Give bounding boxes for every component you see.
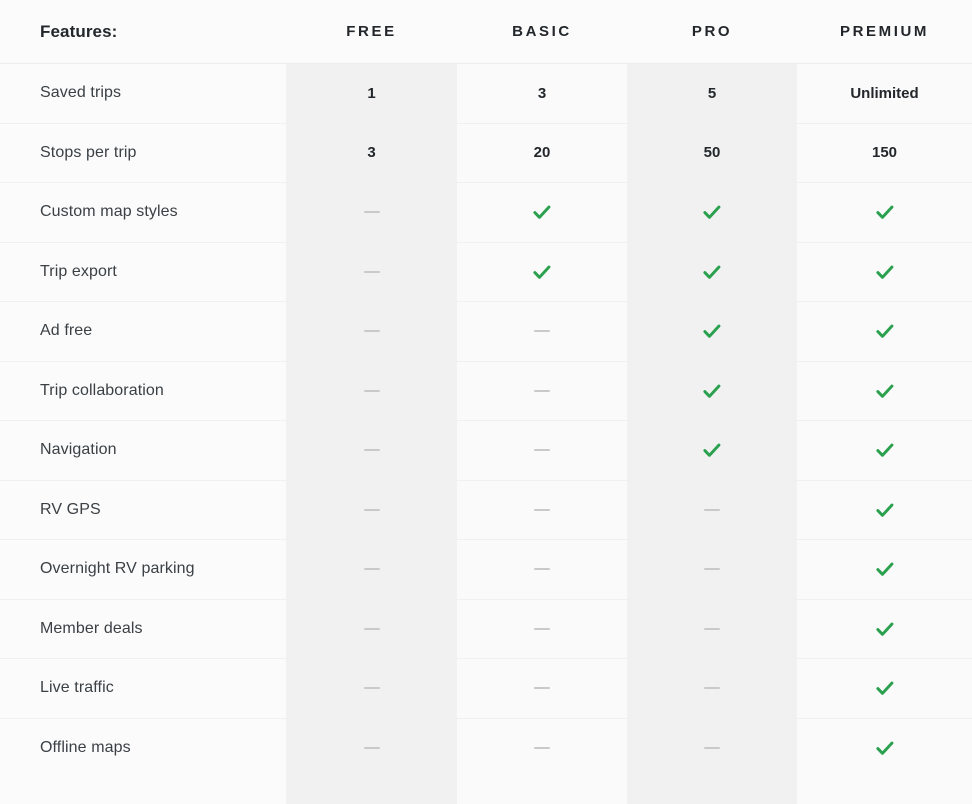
- dash-icon: [627, 659, 797, 718]
- feature-name: Saved trips: [40, 84, 122, 102]
- dash-icon: [627, 600, 797, 659]
- dash-icon: [286, 540, 457, 599]
- dash-icon: [286, 600, 457, 659]
- feature-name: Live traffic: [40, 679, 114, 697]
- feature-name: Overnight RV parking: [40, 560, 195, 578]
- dash-icon: [286, 302, 457, 361]
- dash-icon: [627, 540, 797, 599]
- table-row: Trip collaboration: [0, 362, 972, 421]
- feature-name: Ad free: [40, 322, 93, 340]
- table-row: Stops per trip 3 20 50 150: [0, 124, 972, 183]
- feature-name: Trip collaboration: [40, 381, 164, 399]
- table-row: Custom map styles: [0, 183, 972, 243]
- cell-value: 150: [871, 144, 898, 162]
- table-row: Offline maps: [0, 719, 972, 779]
- check-icon: [797, 659, 972, 718]
- plan-header-pro[interactable]: PRO: [627, 23, 797, 40]
- check-icon: [457, 243, 627, 302]
- feature-name: RV GPS: [40, 500, 101, 518]
- dash-icon: [457, 302, 627, 361]
- dash-icon: [627, 481, 797, 540]
- table-row: Saved trips 1 3 5 Unlimited: [0, 64, 972, 124]
- cell-value: 3: [367, 144, 376, 162]
- check-icon: [797, 302, 972, 361]
- check-icon: [797, 183, 972, 242]
- table-row: Member deals: [0, 600, 972, 659]
- dash-icon: [286, 183, 457, 242]
- table-row: Live traffic: [0, 659, 972, 719]
- dash-icon: [286, 481, 457, 540]
- check-icon: [797, 719, 972, 779]
- plan-header-free[interactable]: FREE: [286, 23, 457, 40]
- table-row: Ad free: [0, 302, 972, 362]
- features-column-header: Features:: [40, 21, 118, 41]
- dash-icon: [457, 659, 627, 718]
- check-icon: [627, 183, 797, 242]
- cell-value: Unlimited: [850, 84, 919, 102]
- check-icon: [627, 243, 797, 302]
- check-icon: [797, 540, 972, 599]
- dash-icon: [286, 362, 457, 421]
- dash-icon: [286, 659, 457, 718]
- dash-icon: [457, 719, 627, 779]
- dash-icon: [286, 243, 457, 302]
- dash-icon: [457, 481, 627, 540]
- plan-header-basic[interactable]: BASIC: [457, 23, 627, 40]
- cell-value: 20: [533, 144, 551, 162]
- check-icon: [627, 421, 797, 480]
- cell-value: 1: [367, 84, 376, 102]
- cell-value: 3: [537, 84, 547, 102]
- table-row: Navigation: [0, 421, 972, 481]
- check-icon: [627, 302, 797, 361]
- check-icon: [797, 362, 972, 421]
- dash-icon: [286, 719, 457, 779]
- check-icon: [797, 600, 972, 659]
- cell-value: 5: [707, 84, 717, 102]
- table-row: Overnight RV parking: [0, 540, 972, 600]
- plan-header-premium[interactable]: PREMIUM: [797, 23, 972, 40]
- dash-icon: [457, 600, 627, 659]
- check-icon: [457, 183, 627, 242]
- feature-name: Trip export: [40, 262, 117, 280]
- check-icon: [797, 243, 972, 302]
- feature-name: Member deals: [40, 619, 143, 637]
- dash-icon: [286, 421, 457, 480]
- feature-name: Custom map styles: [40, 203, 178, 221]
- table-row: RV GPS: [0, 481, 972, 540]
- check-icon: [797, 421, 972, 480]
- feature-name: Offline maps: [40, 739, 131, 757]
- check-icon: [627, 362, 797, 421]
- plan-comparison-table: Features: FREE BASIC PRO PREMIUM Saved t…: [0, 0, 972, 804]
- table-body: Saved trips 1 3 5 Unlimited Stops per trip 3 20…: [0, 64, 972, 778]
- dash-icon: [627, 719, 797, 779]
- check-icon: [797, 481, 972, 540]
- cell-value: 50: [703, 144, 721, 162]
- table-header-row: Features: FREE BASIC PRO PREMIUM: [0, 0, 972, 64]
- feature-name: Stops per trip: [40, 143, 137, 161]
- dash-icon: [457, 362, 627, 421]
- dash-icon: [457, 540, 627, 599]
- dash-icon: [457, 421, 627, 480]
- feature-name: Navigation: [40, 441, 117, 459]
- table-row: Trip export: [0, 243, 972, 302]
